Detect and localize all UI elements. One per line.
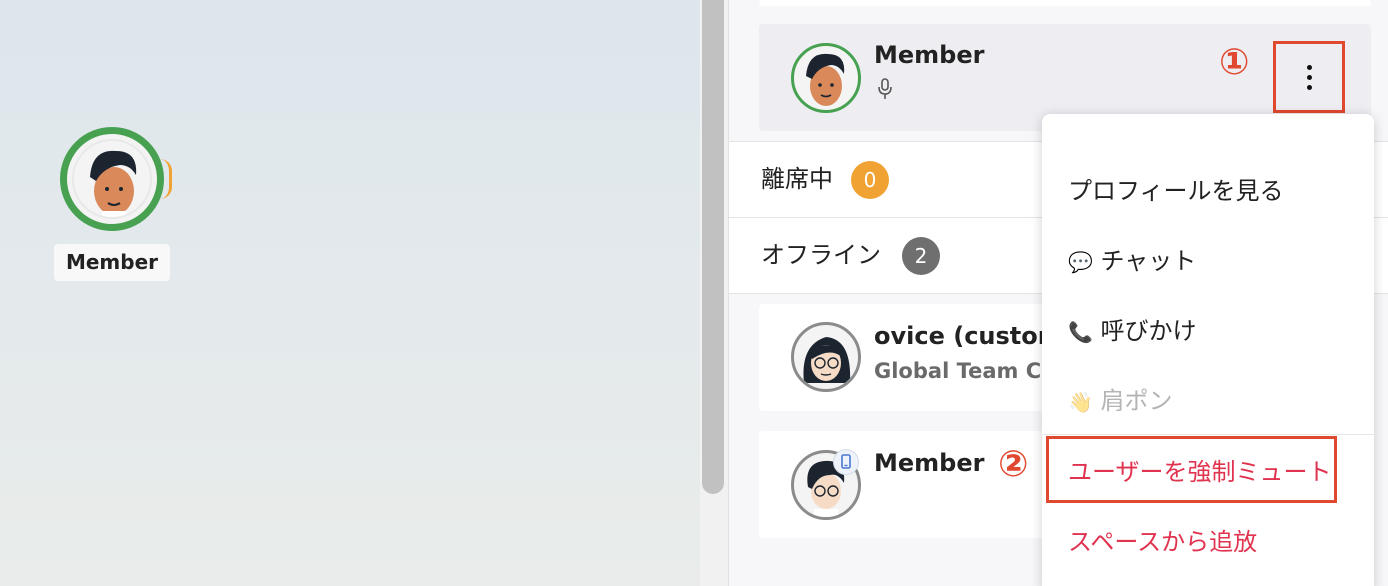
mobile-device-icon: [833, 449, 859, 475]
member-card-top: [759, 0, 1371, 6]
menu-item-tap-shoulder[interactable]: 👋 肩ポン: [1068, 381, 1173, 416]
member-name: ovice (custom: [874, 322, 1063, 350]
member-options-button[interactable]: [1273, 41, 1345, 113]
kebab-icon: [1307, 65, 1312, 91]
menu-divider: [1042, 434, 1374, 435]
menu-item-kick-from-space[interactable]: スペースから追放: [1068, 522, 1257, 557]
avatar-image: [72, 139, 152, 219]
force-mute-highlight: [1046, 436, 1337, 503]
speech-bubble-icon: 💬: [1068, 250, 1093, 274]
member-name: Member: [874, 449, 985, 477]
waving-hand-icon: 👋: [1068, 390, 1093, 414]
member-avatar: [791, 43, 861, 113]
speaking-indicator: [160, 159, 172, 199]
annotation-step-2: ②: [998, 444, 1029, 485]
scrollbar-thumb[interactable]: [702, 0, 724, 494]
microphone-icon: [877, 78, 893, 104]
member-subtitle: Global Team Cus: [874, 359, 1069, 383]
map-avatar[interactable]: [60, 127, 172, 231]
member-avatar: [791, 322, 861, 392]
member-name: Member: [874, 41, 985, 69]
member-context-menu: プロフィールを見る 💬 チャット 📞 呼びかけ 👋 肩ポン ユーザーを強制ミュー…: [1042, 114, 1374, 586]
menu-item-call[interactable]: 📞 呼びかけ: [1068, 311, 1197, 346]
annotation-step-1: ①: [1219, 42, 1250, 83]
away-count-badge: 0: [851, 161, 889, 199]
menu-item-view-profile[interactable]: プロフィールを見る: [1068, 171, 1284, 206]
space-canvas[interactable]: Member: [0, 0, 700, 586]
menu-item-chat[interactable]: 💬 チャット: [1068, 241, 1196, 276]
offline-count-badge: 2: [902, 237, 940, 275]
offline-section-label: オフライン: [761, 241, 881, 269]
phone-icon: 📞: [1068, 320, 1093, 344]
away-section-label: 離席中: [761, 165, 833, 193]
avatar-name-label: Member: [54, 244, 170, 281]
